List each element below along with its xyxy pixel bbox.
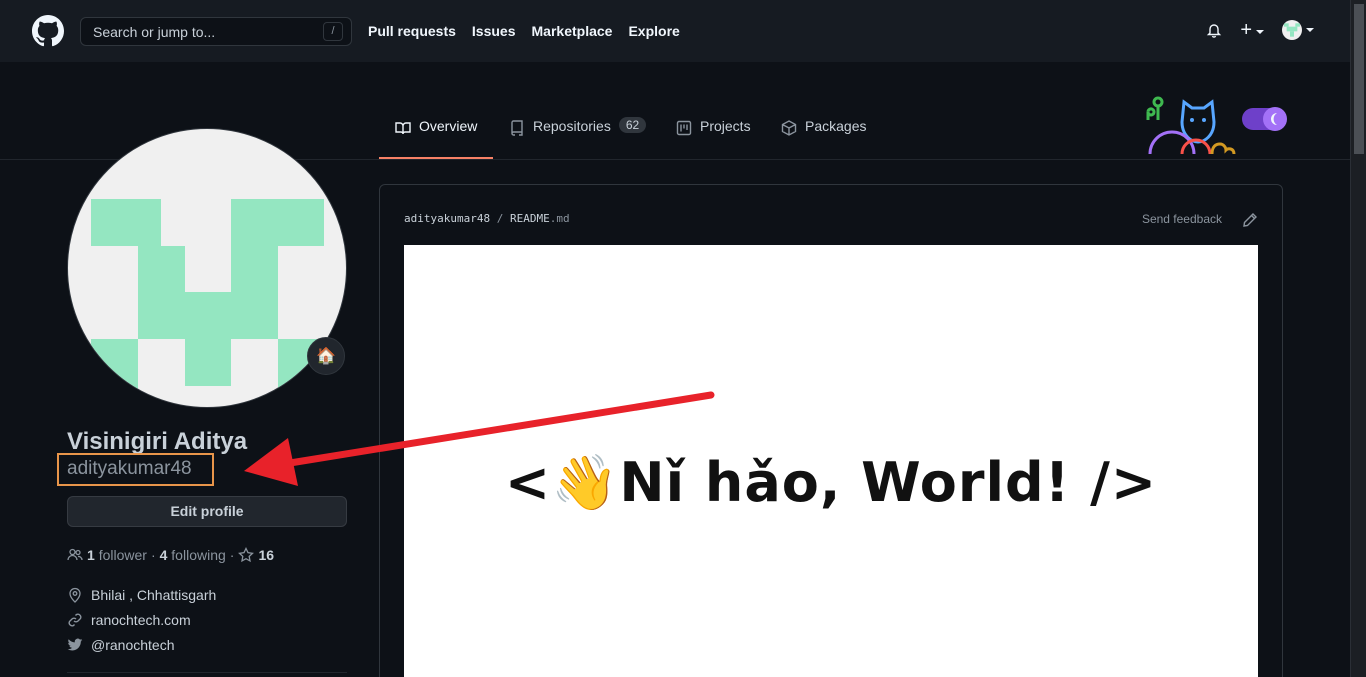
location-icon xyxy=(69,587,81,603)
top-header: Search or jump to... / Pull requests Iss… xyxy=(0,0,1350,62)
nav-explore[interactable]: Explore xyxy=(628,23,679,39)
readme-path: adityakumar48 / README.md xyxy=(404,212,570,225)
status-button[interactable]: 🏠 xyxy=(307,337,345,375)
package-icon xyxy=(781,120,797,136)
profile-website: ranochtech.com xyxy=(67,612,191,628)
follow-stats: 1 follower · 4 following · 16 xyxy=(67,547,274,563)
readme-owner-link[interactable]: adityakumar48 xyxy=(404,212,490,225)
profile-full-name: Visinigiri Aditya xyxy=(67,428,248,455)
tab-overview-label: Overview xyxy=(419,118,478,134)
search-input[interactable]: Search or jump to... / xyxy=(80,17,352,46)
send-feedback-link[interactable]: Send feedback xyxy=(1142,212,1222,226)
nav-pull-requests[interactable]: Pull requests xyxy=(368,23,456,39)
readme-banner-image: <👋Nǐ hǎo, World! /> xyxy=(404,245,1258,677)
profile-location: Bhilai , Chhattisgarh xyxy=(67,587,216,603)
top-nav: Pull requests Issues Marketplace Explore xyxy=(368,23,680,39)
tab-overview[interactable]: Overview xyxy=(395,118,477,159)
tab-projects[interactable]: Projects xyxy=(676,118,751,159)
people-icon xyxy=(67,548,83,561)
tab-packages[interactable]: Packages xyxy=(781,118,866,159)
tab-repositories[interactable]: Repositories 62 xyxy=(509,117,647,159)
search-placeholder: Search or jump to... xyxy=(93,24,216,40)
readme-card: adityakumar48 / README.md Send feedback … xyxy=(379,184,1283,677)
stars-link[interactable]: 16 xyxy=(238,547,274,563)
chevron-down-icon xyxy=(1256,30,1264,35)
active-tab-indicator xyxy=(379,157,493,159)
nav-issues[interactable]: Issues xyxy=(472,23,516,39)
plus-icon: + xyxy=(1240,19,1252,41)
project-icon xyxy=(676,120,692,136)
tab-packages-label: Packages xyxy=(805,118,867,134)
following-link[interactable]: 4 following xyxy=(160,547,226,563)
tab-projects-label: Projects xyxy=(700,118,751,134)
bell-icon[interactable] xyxy=(1206,22,1222,38)
profile-twitter: @ranochtech xyxy=(67,637,174,653)
pencil-icon[interactable] xyxy=(1242,212,1258,228)
followers-link[interactable]: 1 follower xyxy=(87,547,147,563)
avatar xyxy=(1282,20,1302,40)
create-new-button[interactable]: + xyxy=(1240,20,1264,40)
chevron-down-icon xyxy=(1306,28,1314,32)
profile-avatar[interactable] xyxy=(67,128,347,408)
scrollbar[interactable] xyxy=(1350,0,1366,677)
readme-file-link[interactable]: README.md xyxy=(510,212,570,225)
octocat-illustration xyxy=(1146,96,1287,155)
github-logo-icon[interactable] xyxy=(32,15,64,47)
sidebar-divider xyxy=(67,672,347,673)
link-icon xyxy=(68,613,82,627)
star-icon xyxy=(238,547,255,563)
readme-banner-text: <👋Nǐ hǎo, World! /> xyxy=(504,451,1158,514)
book-icon xyxy=(395,122,411,135)
twitter-link[interactable]: @ranochtech xyxy=(91,637,174,653)
house-emoji-icon: 🏠 xyxy=(316,348,336,365)
user-menu-button[interactable] xyxy=(1282,20,1314,40)
edit-profile-button[interactable]: Edit profile xyxy=(67,496,347,527)
nav-marketplace[interactable]: Marketplace xyxy=(532,23,613,39)
website-link[interactable]: ranochtech.com xyxy=(91,612,191,628)
username-highlight-box xyxy=(57,453,214,486)
scrollbar-thumb[interactable] xyxy=(1354,4,1364,154)
repo-icon xyxy=(511,120,523,136)
tab-repositories-label: Repositories xyxy=(533,118,611,134)
twitter-icon xyxy=(67,638,83,651)
repositories-count-badge: 62 xyxy=(618,117,647,133)
header-actions: + xyxy=(1206,20,1314,40)
search-shortcut-badge: / xyxy=(323,22,343,41)
